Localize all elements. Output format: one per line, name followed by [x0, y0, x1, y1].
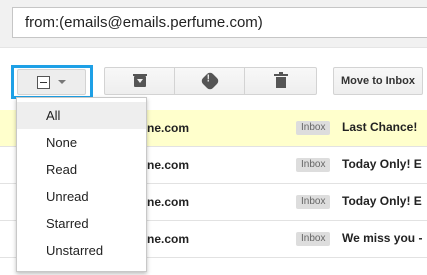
email-sender: ne.com: [147, 158, 190, 172]
menu-item-none[interactable]: None: [17, 129, 146, 156]
email-sender: ne.com: [147, 121, 190, 135]
delete-button[interactable]: [244, 67, 317, 95]
search-input[interactable]: [12, 7, 427, 38]
menu-item-starred[interactable]: Starred: [17, 210, 146, 237]
email-subject: Today Only! E: [342, 194, 422, 208]
checkbox-indeterminate-icon: [37, 75, 50, 89]
email-sender: ne.com: [147, 232, 190, 246]
archive-icon: [132, 73, 147, 87]
menu-item-unread[interactable]: Unread: [17, 183, 146, 210]
email-sender: ne.com: [147, 195, 190, 209]
inbox-label-badge[interactable]: Inbox: [296, 158, 331, 172]
menu-item-all[interactable]: All: [17, 102, 146, 129]
archive-button[interactable]: [104, 67, 175, 95]
inbox-label-badge[interactable]: Inbox: [296, 195, 331, 209]
report-spam-icon: !: [199, 71, 220, 91]
search-bar: [0, 0, 427, 47]
menu-item-unstarred[interactable]: Unstarred: [17, 237, 146, 264]
inbox-label-badge[interactable]: Inbox: [296, 121, 331, 135]
trash-icon: [273, 72, 288, 88]
move-to-inbox-button[interactable]: Move to Inbox: [333, 67, 423, 95]
select-dropdown-menu: All None Read Unread Starred Unstarred: [16, 97, 147, 272]
email-subject: We miss you -: [342, 231, 423, 245]
email-subject: Last Chance!: [342, 120, 418, 134]
chevron-down-icon: [58, 80, 66, 84]
email-subject: Today Only! E: [342, 157, 422, 171]
inbox-label-badge[interactable]: Inbox: [296, 232, 331, 246]
menu-item-read[interactable]: Read: [17, 156, 146, 183]
select-button-focus-ring: [11, 65, 93, 99]
report-spam-button[interactable]: !: [174, 67, 245, 95]
select-button[interactable]: [17, 69, 86, 95]
